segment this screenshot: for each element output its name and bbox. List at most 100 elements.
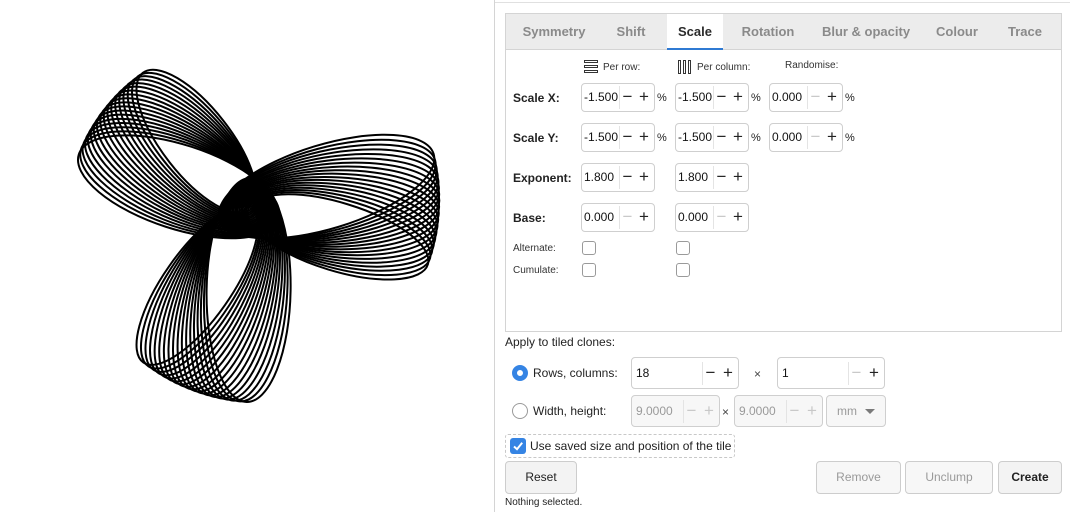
decrement-button[interactable]: −	[848, 362, 864, 385]
percent-label: %	[845, 92, 855, 104]
increment-button[interactable]: +	[866, 362, 882, 385]
width-value[interactable]: 9.0000	[636, 404, 673, 418]
exponent-per-column-value[interactable]: 1.800	[678, 170, 708, 184]
tiled-clones-panel: Symmetry Shift Scale Rotation Blur & opa…	[495, 0, 1070, 512]
decrement-button[interactable]: −	[786, 400, 802, 423]
increment-button[interactable]: +	[636, 126, 652, 149]
tab-bar: Symmetry Shift Scale Rotation Blur & opa…	[506, 14, 1061, 51]
increment-button[interactable]: +	[804, 400, 820, 423]
tab-colour[interactable]: Colour	[926, 14, 988, 50]
width-spin[interactable]: 9.0000 − +	[631, 395, 720, 427]
base-per-column-value[interactable]: 0.000	[678, 210, 708, 224]
cumulate-per-column-checkbox[interactable]	[676, 263, 690, 277]
rows-columns-radio[interactable]	[512, 365, 528, 381]
increment-button[interactable]: +	[730, 206, 746, 229]
increment-button[interactable]: +	[824, 86, 840, 109]
decrement-button[interactable]: −	[713, 126, 729, 149]
decrement-button[interactable]: −	[619, 126, 635, 149]
scale-y-per-row-spin[interactable]: -1.500 − +	[581, 123, 655, 152]
percent-label: %	[845, 132, 855, 144]
chevron-down-icon	[865, 409, 875, 414]
per-column-header: Per column:	[678, 60, 750, 74]
increment-button[interactable]: +	[730, 86, 746, 109]
height-value[interactable]: 9.0000	[739, 404, 776, 418]
scale-y-randomise-spin[interactable]: 0.000 − +	[769, 123, 843, 152]
tabs-frame: Symmetry Shift Scale Rotation Blur & opa…	[505, 13, 1062, 332]
alternate-per-column-checkbox[interactable]	[676, 241, 690, 255]
scale-x-per-row-value[interactable]: -1.500	[584, 90, 618, 104]
cumulate-per-row-checkbox[interactable]	[582, 263, 596, 277]
times-sign: ×	[754, 367, 762, 381]
increment-button[interactable]: +	[730, 126, 746, 149]
base-label: Base:	[513, 211, 546, 225]
decrement-button[interactable]: −	[702, 362, 718, 385]
increment-button[interactable]: +	[824, 126, 840, 149]
scale-x-randomise-value[interactable]: 0.000	[772, 90, 802, 104]
decrement-button[interactable]: −	[619, 86, 635, 109]
base-per-column-spin[interactable]: 0.000 − +	[675, 203, 749, 232]
width-height-label: Width, height:	[533, 404, 607, 418]
use-saved-size-checkbox[interactable]	[510, 438, 526, 454]
status-text: Nothing selected.	[505, 497, 583, 508]
scale-y-per-row-value[interactable]: -1.500	[584, 130, 618, 144]
scale-x-label: Scale X:	[513, 91, 560, 105]
scale-x-per-column-value[interactable]: -1.500	[678, 90, 712, 104]
alternate-per-row-checkbox[interactable]	[582, 241, 596, 255]
increment-button[interactable]: +	[636, 166, 652, 189]
decrement-button[interactable]: −	[807, 86, 823, 109]
scale-y-per-column-value[interactable]: -1.500	[678, 130, 712, 144]
columns-value[interactable]: 1	[782, 366, 789, 380]
increment-button[interactable]: +	[636, 206, 652, 229]
scale-y-per-column-spin[interactable]: -1.500 − +	[675, 123, 749, 152]
width-height-radio[interactable]	[512, 403, 528, 419]
randomise-header: Randomise:	[785, 60, 838, 71]
percent-label: %	[751, 132, 761, 144]
base-per-row-value[interactable]: 0.000	[584, 210, 614, 224]
alternate-label: Alternate:	[513, 243, 556, 254]
rows-columns-label: Rows, columns:	[533, 366, 618, 380]
tab-symmetry[interactable]: Symmetry	[511, 14, 597, 50]
remove-button[interactable]: Remove	[816, 461, 901, 494]
create-button[interactable]: Create	[998, 461, 1062, 494]
tab-blur-opacity[interactable]: Blur & opacity	[811, 14, 921, 50]
use-saved-size-option[interactable]: Use saved size and position of the tile	[505, 434, 735, 458]
decrement-button[interactable]: −	[619, 166, 635, 189]
decrement-button[interactable]: −	[713, 206, 729, 229]
tab-trace[interactable]: Trace	[994, 14, 1056, 50]
canvas-area[interactable]	[0, 0, 494, 512]
columns-icon	[678, 60, 692, 74]
columns-spin[interactable]: 1 − +	[777, 357, 885, 389]
clone-pattern-drawing	[76, 68, 441, 403]
scale-y-randomise-value[interactable]: 0.000	[772, 130, 802, 144]
reset-button[interactable]: Reset	[505, 461, 577, 494]
tab-rotation[interactable]: Rotation	[732, 14, 804, 50]
exponent-per-row-value[interactable]: 1.800	[584, 170, 614, 184]
decrement-button[interactable]: −	[619, 206, 635, 229]
decrement-button[interactable]: −	[807, 126, 823, 149]
rows-value[interactable]: 18	[636, 366, 649, 380]
decrement-button[interactable]: −	[683, 400, 699, 423]
unit-dropdown[interactable]: mm	[826, 395, 886, 427]
times-sign: ×	[722, 405, 730, 419]
increment-button[interactable]: +	[730, 166, 746, 189]
increment-button[interactable]: +	[701, 400, 717, 423]
rows-spin[interactable]: 18 − +	[631, 357, 739, 389]
scale-x-per-column-spin[interactable]: -1.500 − +	[675, 83, 749, 112]
scale-x-randomise-spin[interactable]: 0.000 − +	[769, 83, 843, 112]
per-row-label: Per row:	[603, 61, 641, 73]
scale-x-per-row-spin[interactable]: -1.500 − +	[581, 83, 655, 112]
exponent-per-column-spin[interactable]: 1.800 − +	[675, 163, 749, 192]
cumulate-label: Cumulate:	[513, 265, 559, 276]
decrement-button[interactable]: −	[713, 166, 729, 189]
unclump-button[interactable]: Unclump	[905, 461, 993, 494]
increment-button[interactable]: +	[636, 86, 652, 109]
tab-scale[interactable]: Scale	[667, 14, 723, 51]
increment-button[interactable]: +	[720, 362, 736, 385]
percent-label: %	[751, 92, 761, 104]
decrement-button[interactable]: −	[713, 86, 729, 109]
base-per-row-spin[interactable]: 0.000 − +	[581, 203, 655, 232]
height-spin[interactable]: 9.0000 − +	[734, 395, 823, 427]
exponent-per-row-spin[interactable]: 1.800 − +	[581, 163, 655, 192]
tab-shift[interactable]: Shift	[602, 14, 660, 50]
apply-to-tiled-clones-label: Apply to tiled clones:	[505, 335, 616, 349]
